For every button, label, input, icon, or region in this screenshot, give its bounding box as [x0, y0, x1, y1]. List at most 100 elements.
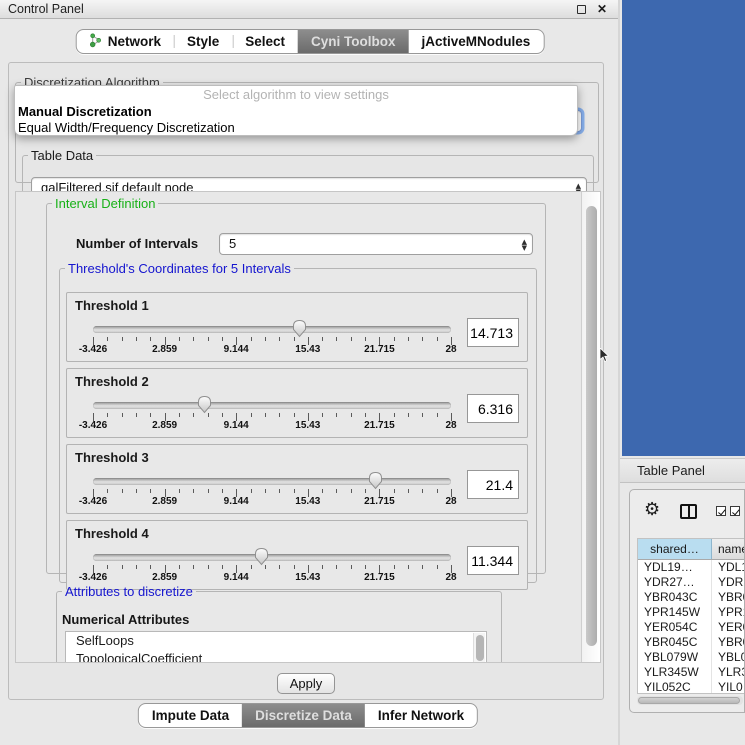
slider-tick	[222, 337, 223, 341]
slider-tick-label: -3.426	[79, 344, 107, 355]
tab-jactivemnodules[interactable]: jActiveMNodules	[409, 30, 544, 53]
slider-tick	[336, 337, 337, 341]
column-header-name[interactable]: name	[712, 539, 745, 559]
tab-select[interactable]: Select	[232, 30, 298, 53]
numerical-attributes-label: Numerical Attributes	[62, 612, 189, 627]
close-icon[interactable]: ✕	[595, 2, 609, 17]
slider-tick-label: 15.43	[295, 420, 320, 431]
algorithm-option-equal-width-frequency-discretization[interactable]: Equal Width/Frequency Discretization	[15, 120, 577, 136]
table-row[interactable]: YBR043CYBR0	[638, 590, 745, 605]
slider-tick	[322, 337, 323, 341]
cell-shared-name: YPR145W	[638, 605, 712, 620]
tab-separator	[232, 35, 233, 48]
tab-cyni-toolbox[interactable]: Cyni Toolbox	[298, 30, 409, 53]
checkbox-icon[interactable]	[716, 506, 726, 516]
tab-style[interactable]: Style	[174, 30, 232, 53]
slider-tick-label: -3.426	[79, 572, 107, 583]
attributes-list-scrollbar[interactable]	[473, 633, 485, 662]
slider-tick-label: 9.144	[224, 344, 249, 355]
threshold-value-input[interactable]	[467, 394, 519, 423]
tab-discretize-data[interactable]: Discretize Data	[242, 704, 365, 727]
slider-tick	[107, 337, 108, 341]
slider-tick	[408, 413, 409, 417]
slider-tick	[193, 337, 194, 341]
table-row[interactable]: YPR145WYPR1	[638, 605, 745, 620]
cell-name: YBL0	[712, 650, 745, 665]
attributes-group-title: Attributes to discretize	[62, 584, 196, 599]
cell-name: YDR2	[712, 575, 745, 590]
slider-tick-label: 28	[445, 496, 456, 507]
threshold-slider-track[interactable]	[93, 326, 451, 333]
column-header-shared-name[interactable]: shared…	[638, 539, 712, 559]
tab-infer-network[interactable]: Infer Network	[365, 704, 477, 727]
threshold-slider-handle[interactable]	[368, 471, 383, 490]
numerical-attributes-list[interactable]: SelfLoopsTopologicalCoefficientBetweenne…	[65, 631, 487, 662]
tab-network[interactable]: Network	[77, 30, 174, 53]
table-panel-header: Table Panel	[620, 458, 745, 483]
table-row[interactable]: YDR27…YDR2	[638, 575, 745, 590]
attributes-list-scrollbar-thumb[interactable]	[476, 635, 484, 661]
gear-icon[interactable]: ⚙	[644, 501, 660, 519]
table-row[interactable]: YBR045CYBR0	[638, 635, 745, 650]
threshold-panel-4: Threshold 4-3.4262.8599.14415.4321.71528	[66, 520, 528, 590]
slider-tick	[351, 489, 352, 493]
slider-tick	[394, 489, 395, 493]
cell-shared-name: YIL052C	[638, 680, 712, 694]
table-row[interactable]: YBL079WYBL0	[638, 650, 745, 665]
table-row[interactable]: YDL19…YDL1	[638, 560, 745, 575]
slider-tick	[179, 413, 180, 417]
attribute-item-selfloops[interactable]: SelfLoops	[66, 632, 486, 650]
checkbox-icon[interactable]	[730, 506, 740, 516]
table-row[interactable]: YIL052CYIL0	[638, 680, 745, 694]
tab-label: Cyni Toolbox	[311, 34, 396, 49]
table-row[interactable]: YER054CYER0	[638, 620, 745, 635]
table-row[interactable]: YLR345WYLR3	[638, 665, 745, 680]
slider-tick	[150, 337, 151, 341]
slider-tick	[279, 565, 280, 569]
threshold-slider-track[interactable]	[93, 402, 451, 409]
threshold-panel-3: Threshold 3-3.4262.8599.14415.4321.71528	[66, 444, 528, 514]
slider-tick-label: 28	[445, 572, 456, 583]
number-of-intervals-label: Number of Intervals	[76, 236, 198, 251]
float-window-icon[interactable]	[577, 5, 586, 14]
slider-tick	[222, 413, 223, 417]
algorithm-option-manual-discretization[interactable]: Manual Discretization	[15, 104, 577, 120]
slider-tick	[251, 565, 252, 569]
thresholds-group-title: Threshold's Coordinates for 5 Intervals	[65, 261, 294, 276]
algorithm-placeholder-option: Select algorithm to view settings	[15, 86, 577, 104]
table-horizontal-scrollbar[interactable]	[637, 696, 743, 705]
slider-tick	[394, 337, 395, 341]
threshold-value-input[interactable]	[467, 318, 519, 347]
threshold-label: Threshold 4	[75, 526, 149, 541]
threshold-value-input[interactable]	[467, 546, 519, 575]
table-hscrollbar-thumb[interactable]	[638, 697, 740, 704]
tab-impute-data[interactable]: Impute Data	[139, 704, 242, 727]
control-panel-title: Control Panel	[8, 2, 84, 16]
slider-tick-label: 15.43	[295, 496, 320, 507]
threshold-slider-track[interactable]	[93, 554, 451, 561]
algorithm-dropdown-popup: Select algorithm to view settings Manual…	[14, 85, 578, 136]
settings-vertical-scrollbar[interactable]	[581, 192, 600, 662]
threshold-slider-track[interactable]	[93, 478, 451, 485]
threshold-panel-1: Threshold 1-3.4262.8599.14415.4321.71528	[66, 292, 528, 362]
slider-tick	[222, 489, 223, 493]
slider-tick-label: 21.715	[364, 572, 395, 583]
network-view-frame: GAL80GACGAL11GAL4GCY1HHAP2	[622, 0, 745, 456]
number-of-intervals-value: 5	[229, 236, 236, 251]
tab-label: Infer Network	[378, 708, 464, 723]
threshold-slider-handle[interactable]	[254, 547, 269, 566]
settings-scrollbar-thumb[interactable]	[586, 206, 597, 646]
threshold-value-input[interactable]	[467, 470, 519, 499]
split-columns-icon[interactable]	[680, 504, 697, 519]
slider-tick	[422, 565, 423, 569]
number-of-intervals-combobox[interactable]: 5 ▲▼	[219, 233, 533, 255]
cell-shared-name: YDL19…	[638, 560, 712, 575]
tab-separator	[174, 35, 175, 48]
threshold-slider-handle[interactable]	[197, 395, 212, 414]
apply-button[interactable]: Apply	[277, 673, 335, 694]
slider-tick	[150, 489, 151, 493]
cell-shared-name: YER054C	[638, 620, 712, 635]
settings-viewport: Interval Definition Number of Intervals …	[16, 192, 582, 662]
attribute-item-topologicalcoefficient[interactable]: TopologicalCoefficient	[66, 650, 486, 662]
threshold-slider-handle[interactable]	[292, 319, 307, 338]
